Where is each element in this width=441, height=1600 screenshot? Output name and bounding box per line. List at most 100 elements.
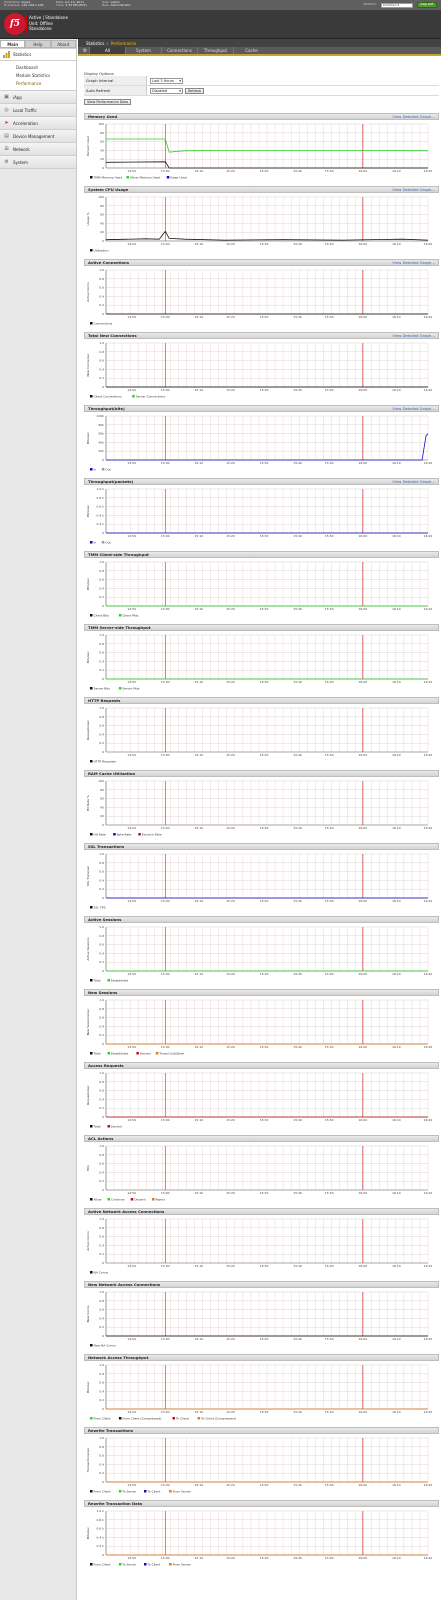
legend-label: Server Connections bbox=[136, 394, 166, 398]
tab-throughput[interactable]: Throughput bbox=[197, 47, 233, 54]
y-axis-label: Hits bbox=[86, 1165, 90, 1171]
legend-label: Discard bbox=[134, 1197, 145, 1201]
legend-label: Established bbox=[111, 978, 128, 982]
chart-header: New Network Access Connections bbox=[84, 1281, 439, 1288]
sidebar-item-network[interactable]: ⊞ Network bbox=[0, 143, 76, 156]
y-tick-label: 60 bbox=[100, 140, 104, 144]
x-tick-label: 16:10 bbox=[392, 388, 401, 392]
sidebar-item-statistics[interactable]: Statistics bbox=[0, 48, 76, 61]
x-tick-label: 15:20 bbox=[226, 1410, 235, 1414]
sidebar-item-acceleration[interactable]: ➤ Acceleration bbox=[0, 117, 76, 130]
view-detailed-graph-link[interactable]: View Detailed Graph... bbox=[392, 260, 435, 265]
legend-label: Total bbox=[93, 1051, 101, 1055]
view-detailed-graph-link[interactable]: View Detailed Graph... bbox=[392, 187, 435, 192]
legend-label: Server Bits bbox=[94, 686, 111, 690]
chart-header: Active Connections View Detailed Graph... bbox=[84, 259, 439, 266]
y-tick-label: 0.6 bbox=[99, 870, 104, 874]
refresh-button[interactable]: Refresh bbox=[185, 87, 205, 94]
x-tick-label: 14:50 bbox=[127, 607, 136, 611]
y-tick-label: 0 bbox=[102, 1188, 104, 1192]
x-tick-label: 16:10 bbox=[392, 680, 401, 684]
x-tick-label: 15:20 bbox=[226, 1118, 235, 1122]
legend-label: Total bbox=[93, 978, 101, 982]
sidebar-item-local-traffic[interactable]: ◎ Local Traffic bbox=[0, 104, 76, 117]
x-tick-label: 15:10 bbox=[195, 461, 204, 465]
y-tick-label: 1.0 k bbox=[97, 487, 105, 491]
y-tick-label: 0.8 bbox=[99, 1226, 104, 1230]
tab-system[interactable]: System bbox=[125, 47, 161, 54]
tab-cache[interactable]: Cache bbox=[233, 47, 269, 54]
legend-label: HTTP Requests bbox=[94, 759, 117, 763]
x-tick-label: 15:50 bbox=[325, 1118, 334, 1122]
chart-section: New Network Access Connections 1.0 0.8 0.6 0… bbox=[84, 1281, 439, 1350]
legend-swatch bbox=[197, 1417, 201, 1420]
y-tick-label: 0.2 bbox=[99, 1252, 104, 1256]
legend-label: Other Memory Used bbox=[130, 175, 160, 179]
brand-banner: f5 Active | Standalone Unit: Offline Sta… bbox=[0, 10, 441, 39]
y-axis-label: Requests/sec bbox=[86, 1085, 90, 1105]
x-tick-label: 15:00 bbox=[161, 607, 170, 611]
y-tick-label: 0.2 bbox=[99, 960, 104, 964]
breadcrumb-section[interactable]: Statistics bbox=[86, 41, 104, 46]
x-tick-label: 15:40 bbox=[293, 1556, 302, 1560]
tab-all[interactable]: All bbox=[89, 47, 125, 54]
x-tick-label: 15:20 bbox=[226, 1556, 235, 1560]
x-tick-label: 15:10 bbox=[195, 972, 204, 976]
partition-select[interactable]: Common ▾ bbox=[381, 2, 413, 8]
y-tick-label: 60 bbox=[100, 213, 104, 217]
legend-label: From Client bbox=[94, 1489, 112, 1493]
view-detailed-graph-link[interactable]: View Detailed Graph... bbox=[392, 114, 435, 119]
x-tick-label: 15:10 bbox=[195, 169, 204, 173]
x-tick-label: 15:10 bbox=[195, 680, 204, 684]
y-tick-label: 0.4 bbox=[99, 878, 104, 882]
x-tick-label: 16:10 bbox=[392, 1410, 401, 1414]
graph-interval-select[interactable]: Last 3 Hours ▾ bbox=[150, 77, 183, 84]
y-tick-label: 0.4 bbox=[99, 1389, 104, 1393]
x-tick-label: 16:00 bbox=[358, 1556, 367, 1560]
x-tick-label: 16:20 bbox=[424, 1556, 433, 1560]
gear-icon[interactable]: ⚙ bbox=[81, 47, 89, 54]
y-tick-label: 80 bbox=[100, 788, 104, 792]
x-tick-label: 14:50 bbox=[127, 534, 136, 538]
y-tick-label: 0.8 bbox=[99, 642, 104, 646]
y-tick-label: 0.6 bbox=[99, 1308, 104, 1312]
x-tick-label: 15:30 bbox=[260, 607, 269, 611]
chart-header: TMM Client-side Throughput bbox=[84, 551, 439, 558]
tab-connections[interactable]: Connections bbox=[161, 47, 197, 54]
auto-refresh-select[interactable]: Disabled ▾ bbox=[150, 87, 183, 94]
legend-swatch bbox=[172, 1417, 175, 1420]
x-tick-label: 15:30 bbox=[260, 1118, 269, 1122]
x-tick-label: 15:00 bbox=[161, 680, 170, 684]
tab-about[interactable]: About bbox=[50, 40, 76, 48]
tab-main[interactable]: Main bbox=[0, 40, 26, 48]
sidebar-subitem-performance[interactable]: Performance bbox=[0, 79, 76, 87]
legend-swatch bbox=[90, 1052, 93, 1055]
x-tick-label: 15:30 bbox=[260, 388, 269, 392]
sidebar-item-device-management[interactable]: ▤ Device Management bbox=[0, 130, 76, 143]
y-tick-label: 0.6 bbox=[99, 359, 104, 363]
view-detailed-graph-link[interactable]: View Detailed Graph... bbox=[392, 479, 435, 484]
chart-icon bbox=[3, 51, 10, 58]
y-tick-label: 0 bbox=[102, 458, 104, 462]
status-line: Active | Standalone bbox=[29, 15, 68, 20]
sidebar-item-system[interactable]: ⚙ System bbox=[0, 156, 76, 169]
x-tick-label: 15:20 bbox=[226, 753, 235, 757]
legend-swatch bbox=[126, 176, 129, 179]
x-tick-label: 16:00 bbox=[358, 1483, 367, 1487]
chevron-down-icon: ▾ bbox=[179, 88, 181, 93]
tab-help[interactable]: Help bbox=[25, 40, 51, 48]
view-detailed-graph-link[interactable]: View Detailed Graph... bbox=[392, 406, 435, 411]
x-tick-label: 15:10 bbox=[195, 1410, 204, 1414]
view-detailed-graph-link[interactable]: View Detailed Graph... bbox=[392, 333, 435, 338]
y-tick-label: 0.6 bbox=[99, 1235, 104, 1239]
sidebar-subitem-module-statistics[interactable]: Module Statistics bbox=[0, 71, 76, 79]
x-tick-label: 15:30 bbox=[260, 461, 269, 465]
sidebar-subitem-dashboard[interactable]: Dashboard bbox=[0, 63, 76, 71]
view-performance-data-button[interactable]: View Performance Data bbox=[84, 99, 132, 105]
sidebar-item-iapp[interactable]: ▣ iApp bbox=[0, 91, 76, 104]
y-tick-label: 20 bbox=[100, 814, 104, 818]
legend-label: Denied bbox=[111, 1124, 122, 1128]
logout-button[interactable]: Log out bbox=[417, 2, 437, 8]
y-tick-label: 0.8 bbox=[99, 350, 104, 354]
legend-label: Timed Out/Other bbox=[158, 1051, 185, 1055]
